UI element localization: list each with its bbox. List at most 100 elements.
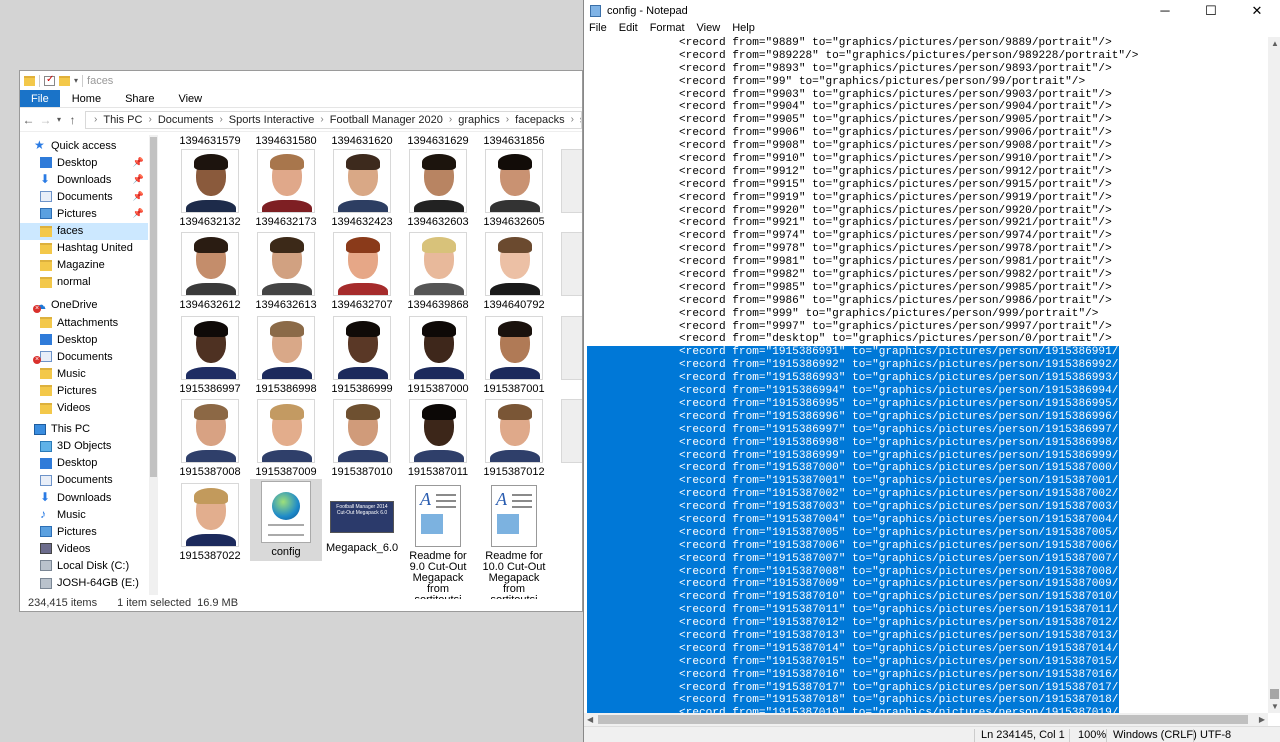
tab-home[interactable]: Home <box>60 90 113 107</box>
selected-text-line[interactable]: <record from="1915386997" to="graphics/p… <box>587 423 1192 437</box>
chevron-right-icon[interactable]: › <box>571 114 574 125</box>
text-line[interactable]: <record from="99" to="graphics/pictures/… <box>584 76 1268 89</box>
menu-file[interactable]: File <box>589 22 607 37</box>
text-line[interactable]: <record from="9910" to="graphics/picture… <box>584 153 1268 166</box>
nav-item[interactable]: This PC <box>20 421 148 438</box>
text-line[interactable]: <record from="9982" to="graphics/picture… <box>584 269 1268 282</box>
selected-text-line[interactable]: <record from="1915387001" to="graphics/p… <box>587 475 1192 489</box>
selected-text-line[interactable]: <record from="1915387005" to="graphics/p… <box>587 526 1192 540</box>
file-tile[interactable] <box>554 399 582 463</box>
text-line[interactable]: <record from="9981" to="graphics/picture… <box>584 256 1268 269</box>
file-tile[interactable]: 1394632132 <box>174 149 246 228</box>
selected-text-line[interactable]: <record from="1915387013" to="graphics/p… <box>587 629 1192 643</box>
selected-text-line[interactable]: <record from="1915387011" to="graphics/p… <box>587 604 1192 618</box>
file-tile[interactable]: 1915386998 <box>250 316 322 395</box>
menu-view[interactable]: View <box>697 22 721 37</box>
nav-item[interactable]: ⬇ Downloads 📌 <box>20 171 148 188</box>
scroll-left-arrow-icon[interactable]: ◀ <box>587 715 593 724</box>
file-tile[interactable] <box>554 149 582 213</box>
file-tile[interactable]: 1915386997 <box>174 316 246 395</box>
tab-share[interactable]: Share <box>113 90 166 107</box>
menu-format[interactable]: Format <box>650 22 685 37</box>
file-tile-label[interactable]: 1394631620 <box>326 135 398 147</box>
chevron-right-icon[interactable]: › <box>320 114 323 125</box>
text-line[interactable]: <record from="9919" to="graphics/picture… <box>584 192 1268 205</box>
nav-item[interactable]: Hashtag United <box>20 240 148 257</box>
properties-icon[interactable] <box>44 74 55 86</box>
scroll-down-arrow-icon[interactable]: ▼ <box>1271 702 1279 711</box>
file-tile[interactable]: 1394639868 <box>402 232 474 311</box>
selected-text-line[interactable]: <record from="1915387016" to="graphics/p… <box>587 668 1192 682</box>
file-tile[interactable]: 1915387011 <box>402 399 474 478</box>
text-line[interactable]: <record from="999" to="graphics/pictures… <box>584 308 1268 321</box>
nav-item[interactable]: ★ Quick access <box>20 137 148 154</box>
tab-view[interactable]: View <box>166 90 214 107</box>
file-tile[interactable]: 1915387009 <box>250 399 322 478</box>
breadcrumb-sortitoutsi[interactable]: sortitoutsi <box>580 114 581 126</box>
up-arrow-icon[interactable]: ↑ <box>64 113 81 127</box>
selected-text-line[interactable]: <record from="1915387014" to="graphics/p… <box>587 642 1192 656</box>
selected-text-line[interactable]: <record from="1915387017" to="graphics/p… <box>587 681 1192 695</box>
selected-text-line[interactable]: <record from="1915386994" to="graphics/p… <box>587 385 1192 398</box>
nav-item[interactable]: Attachments <box>20 314 148 331</box>
file-tile[interactable]: 1915387012 <box>478 399 550 478</box>
text-line[interactable]: <record from="9903" to="graphics/picture… <box>584 89 1268 102</box>
selected-text-line[interactable]: <record from="1915387004" to="graphics/p… <box>587 513 1192 527</box>
menu-edit[interactable]: Edit <box>619 22 638 37</box>
scrollbar-thumb[interactable] <box>598 715 1248 724</box>
back-arrow-icon[interactable]: ← <box>20 113 37 127</box>
file-tile[interactable]: 1394632707 <box>326 232 398 311</box>
nav-item[interactable]: normal <box>20 274 148 291</box>
breadcrumb-facepacks[interactable]: facepacks <box>515 114 565 126</box>
file-tile[interactable]: 1394632612 <box>174 232 246 311</box>
scroll-right-arrow-icon[interactable]: ▶ <box>1259 715 1265 724</box>
nav-item[interactable]: ☁ × OneDrive <box>20 297 148 314</box>
minimize-button[interactable]: ─ <box>1142 3 1188 19</box>
breadcrumb-sports-interactive[interactable]: Sports Interactive <box>229 114 315 126</box>
nav-item[interactable]: Documents 📌 <box>20 188 148 205</box>
file-tile[interactable]: 1394640792 <box>478 232 550 311</box>
recent-locations-icon[interactable]: ▾ <box>54 115 64 124</box>
forward-arrow-icon[interactable]: → <box>37 113 54 127</box>
text-line[interactable]: <record from="989228" to="graphics/pictu… <box>584 50 1268 63</box>
readme-file-tile[interactable]: A Readme for 10.0 Cut-Out Megapack from s… <box>478 483 550 599</box>
nav-item[interactable]: Desktop 📌 <box>20 154 148 171</box>
chevron-right-icon[interactable]: › <box>449 114 452 125</box>
selected-text-line[interactable]: <record from="1915386996" to="graphics/p… <box>587 410 1192 424</box>
file-tile[interactable]: 1394632173 <box>250 149 322 228</box>
horizontal-scrollbar[interactable]: ◀ ▶ <box>584 713 1268 726</box>
file-tile-label[interactable]: 1394631629 <box>402 135 474 147</box>
selected-text-line[interactable]: <record from="1915387006" to="graphics/p… <box>587 539 1192 553</box>
file-tile[interactable]: 1915387008 <box>174 399 246 478</box>
selected-text-line[interactable]: <record from="1915386998" to="graphics/p… <box>587 436 1192 450</box>
text-line[interactable]: <record from="9915" to="graphics/picture… <box>584 179 1268 192</box>
nav-item[interactable]: Videos <box>20 540 148 557</box>
config-file-tile[interactable]: config <box>250 479 322 561</box>
quick-access-dropdown-icon[interactable]: ▾ <box>74 76 78 85</box>
vertical-scrollbar[interactable]: ▲ ▼ <box>1268 37 1280 713</box>
nav-item[interactable]: × Documents <box>20 348 148 365</box>
chevron-right-icon[interactable]: › <box>219 114 222 125</box>
text-line[interactable]: <record from="9906" to="graphics/picture… <box>584 127 1268 140</box>
scrollbar-thumb[interactable] <box>1270 689 1279 699</box>
nav-item[interactable]: Pictures <box>20 382 148 399</box>
megapack-file-tile[interactable]: Football Manager 2014 Cut-Out Megapack 6… <box>326 483 398 554</box>
nav-item[interactable]: Music <box>20 365 148 382</box>
nav-item[interactable]: 3D Objects <box>20 438 148 455</box>
text-editor[interactable]: <record from="9889" to="graphics/picture… <box>584 37 1268 713</box>
selected-text-line[interactable]: <record from="1915387009" to="graphics/p… <box>587 578 1192 592</box>
maximize-button[interactable]: ☐ <box>1188 3 1234 19</box>
selected-text-line[interactable]: <record from="1915386999" to="graphics/p… <box>587 449 1192 463</box>
text-line[interactable]: <record from="9905" to="graphics/picture… <box>584 114 1268 127</box>
file-tile-label[interactable]: 1394631579 <box>174 135 246 147</box>
selected-text-line[interactable]: <record from="1915387010" to="graphics/p… <box>587 591 1192 605</box>
text-line[interactable]: <record from="9997" to="graphics/picture… <box>584 321 1268 334</box>
selected-text-line[interactable]: <record from="1915387003" to="graphics/p… <box>587 501 1192 514</box>
selected-text-line[interactable]: <record from="1915387000" to="graphics/p… <box>587 462 1192 476</box>
nav-item[interactable]: ⬇ Downloads <box>20 489 148 506</box>
selected-text-line[interactable]: <record from="1915387018" to="graphics/p… <box>587 694 1192 708</box>
file-tile[interactable]: 1915387022 <box>174 483 246 562</box>
nav-item[interactable]: Videos <box>20 400 148 417</box>
menu-help[interactable]: Help <box>732 22 755 37</box>
text-line[interactable]: <record from="9912" to="graphics/picture… <box>584 166 1268 179</box>
